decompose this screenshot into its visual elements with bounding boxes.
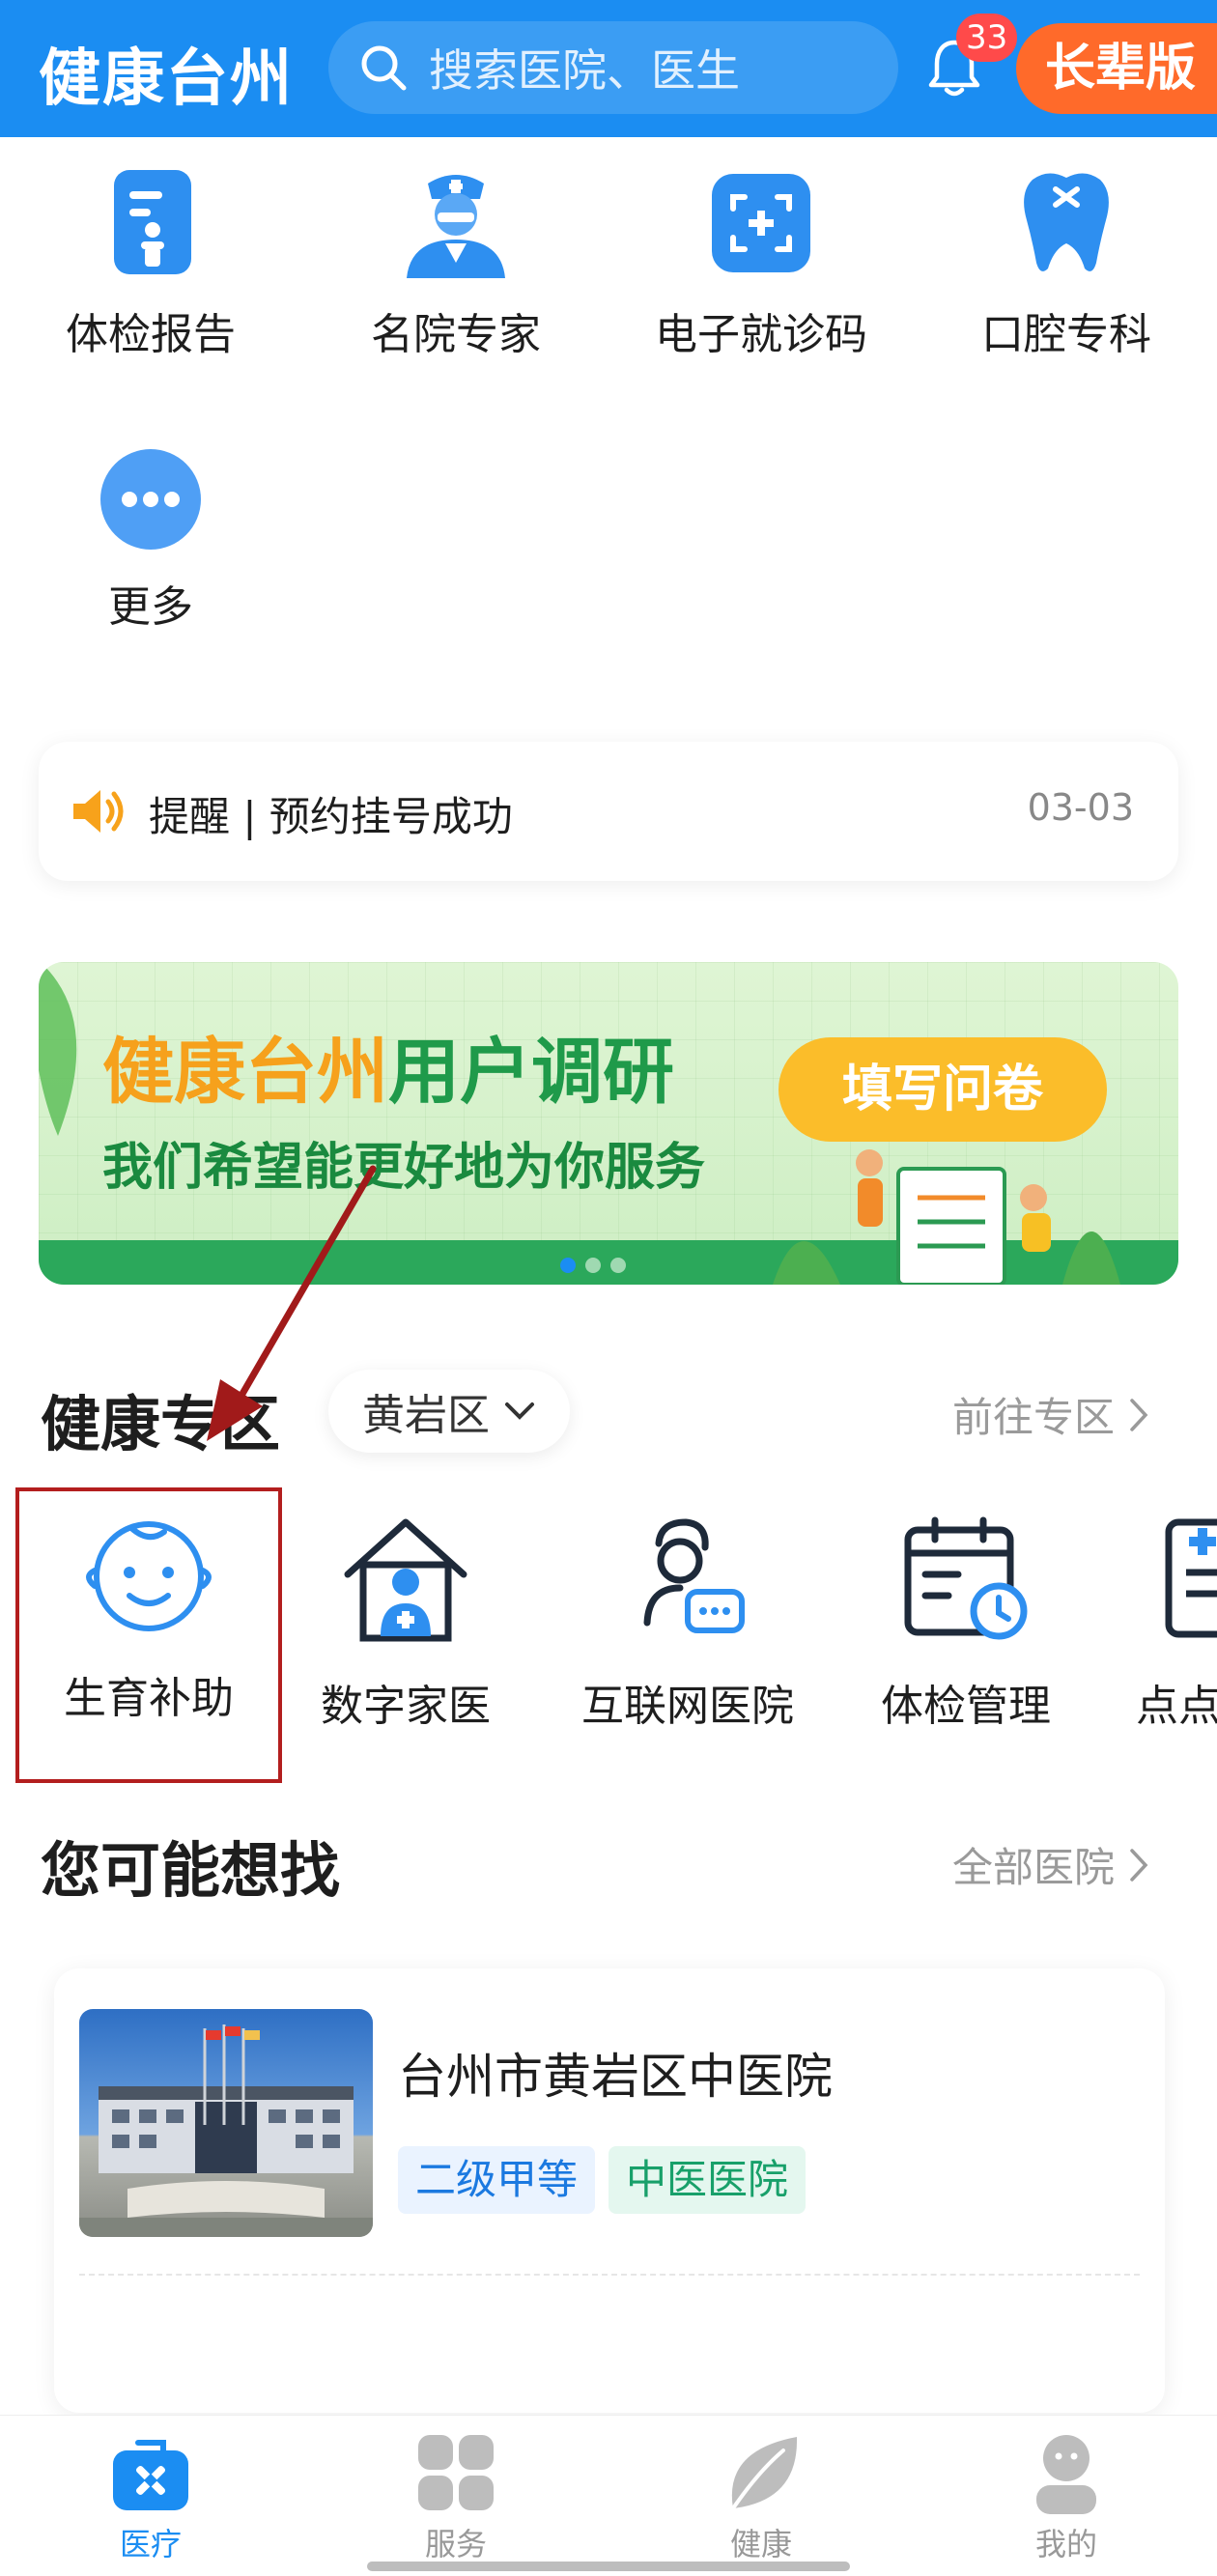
nav-label: 服务 [424,2526,487,2562]
elder-mode-button[interactable]: 长辈版 [1016,23,1217,114]
zone-label: 点点 [1136,1682,1217,1731]
online-doctor-icon [643,1518,745,1633]
quick-item-report[interactable]: 体检报告 [6,166,296,361]
notice-date: 03-03 [1027,786,1134,829]
medical-kit-icon [113,2440,188,2510]
leaf-icon [731,2437,798,2510]
notification-badge: 33 [956,14,1018,62]
go-zone-label: 前往专区 [952,1394,1116,1441]
nav-tab-service[interactable]: 服务 [359,2433,552,2564]
quick-item-more[interactable]: 更多 [6,446,296,634]
speaker-icon [73,790,124,833]
user-icon [1036,2435,1096,2514]
doctor-icon [407,175,505,278]
quick-label: 名院专家 [371,310,541,359]
zone-label: 体检管理 [881,1682,1051,1731]
grid-icon [418,2435,494,2510]
quick-label: 口腔专科 [981,310,1151,359]
chevron-down-icon [505,1402,534,1420]
zone-item-internet-hospital[interactable]: 互联网医院 [562,1514,813,1733]
highlight-box [15,1487,282,1783]
nav-label: 我的 [1034,2526,1097,2562]
search-placeholder: 搜索医院、医生 [429,44,740,97]
red-arrow-icon [207,1165,377,1441]
search-icon [361,45,407,91]
nav-tab-mine[interactable]: 我的 [970,2433,1163,2564]
nav-label: 医疗 [119,2526,182,2562]
carousel-dots [560,1258,626,1273]
fill-survey-button[interactable]: 填写问卷 [778,1037,1107,1142]
notice-text: 提醒 | 预约挂号成功 [149,793,513,840]
bottom-navigation: 医疗 服务 健康 我的 [0,2415,1217,2576]
nav-tab-medical[interactable]: 医疗 [54,2433,247,2564]
survey-illustration [773,1149,1120,1285]
report-icon [114,170,191,274]
suggest-title: 您可能想找 [41,1835,341,1906]
card-divider [79,2274,1140,2276]
quick-label: 更多 [108,582,193,632]
scan-code-icon [712,174,810,272]
top-header: 健康台州 搜索医院、医生 33 长辈版 [0,0,1217,137]
zone-label: 数字家医 [321,1682,491,1731]
app-brand: 健康台州 [39,42,294,115]
quick-item-medical-code[interactable]: 电子就诊码 [616,166,906,361]
quick-item-experts[interactable]: 名院专家 [311,166,601,361]
notice-bar[interactable]: 提醒 | 预约挂号成功 03-03 [39,742,1178,881]
banner-title: 健康台州用户调研 [102,1031,674,1114]
calendar-clock-icon [904,1516,1028,1640]
all-hospitals-label: 全部医院 [952,1844,1116,1891]
zone-item-digital-family-doctor[interactable]: 数字家医 [290,1514,522,1733]
all-hospitals-link[interactable]: 全部医院 [952,1835,1149,1894]
nav-tab-health[interactable]: 健康 [665,2433,858,2564]
search-bar[interactable]: 搜索医院、医生 [328,21,898,114]
chevron-right-icon [1130,1398,1148,1431]
chevron-right-icon [1130,1848,1148,1882]
more-icon [100,449,201,550]
zone-item-partial[interactable]: 点点 [1136,1514,1217,1733]
tooth-icon [1024,173,1109,271]
quick-item-dental[interactable]: 口腔专科 [921,166,1211,361]
home-indicator [367,2562,850,2571]
document-icon [1165,1518,1217,1638]
go-zone-link[interactable]: 前往专区 [952,1385,1149,1444]
zone-item-checkup-management[interactable]: 体检管理 [850,1514,1082,1733]
home-doctor-icon [344,1518,467,1642]
nav-label: 健康 [729,2526,792,2562]
zone-label: 互联网医院 [581,1682,794,1731]
hospital-name: 台州市黄岩区中医院 [398,2049,833,2105]
quick-label: 电子就诊码 [655,310,867,359]
hospital-photo [79,2009,373,2237]
hospital-type-tag: 中医医院 [608,2146,807,2214]
quick-label: 体检报告 [66,310,236,359]
hospital-level-tag: 二级甲等 [398,2146,596,2214]
hospital-card[interactable]: 台州市黄岩区中医院 二级甲等 中医医院 [54,1968,1165,2413]
